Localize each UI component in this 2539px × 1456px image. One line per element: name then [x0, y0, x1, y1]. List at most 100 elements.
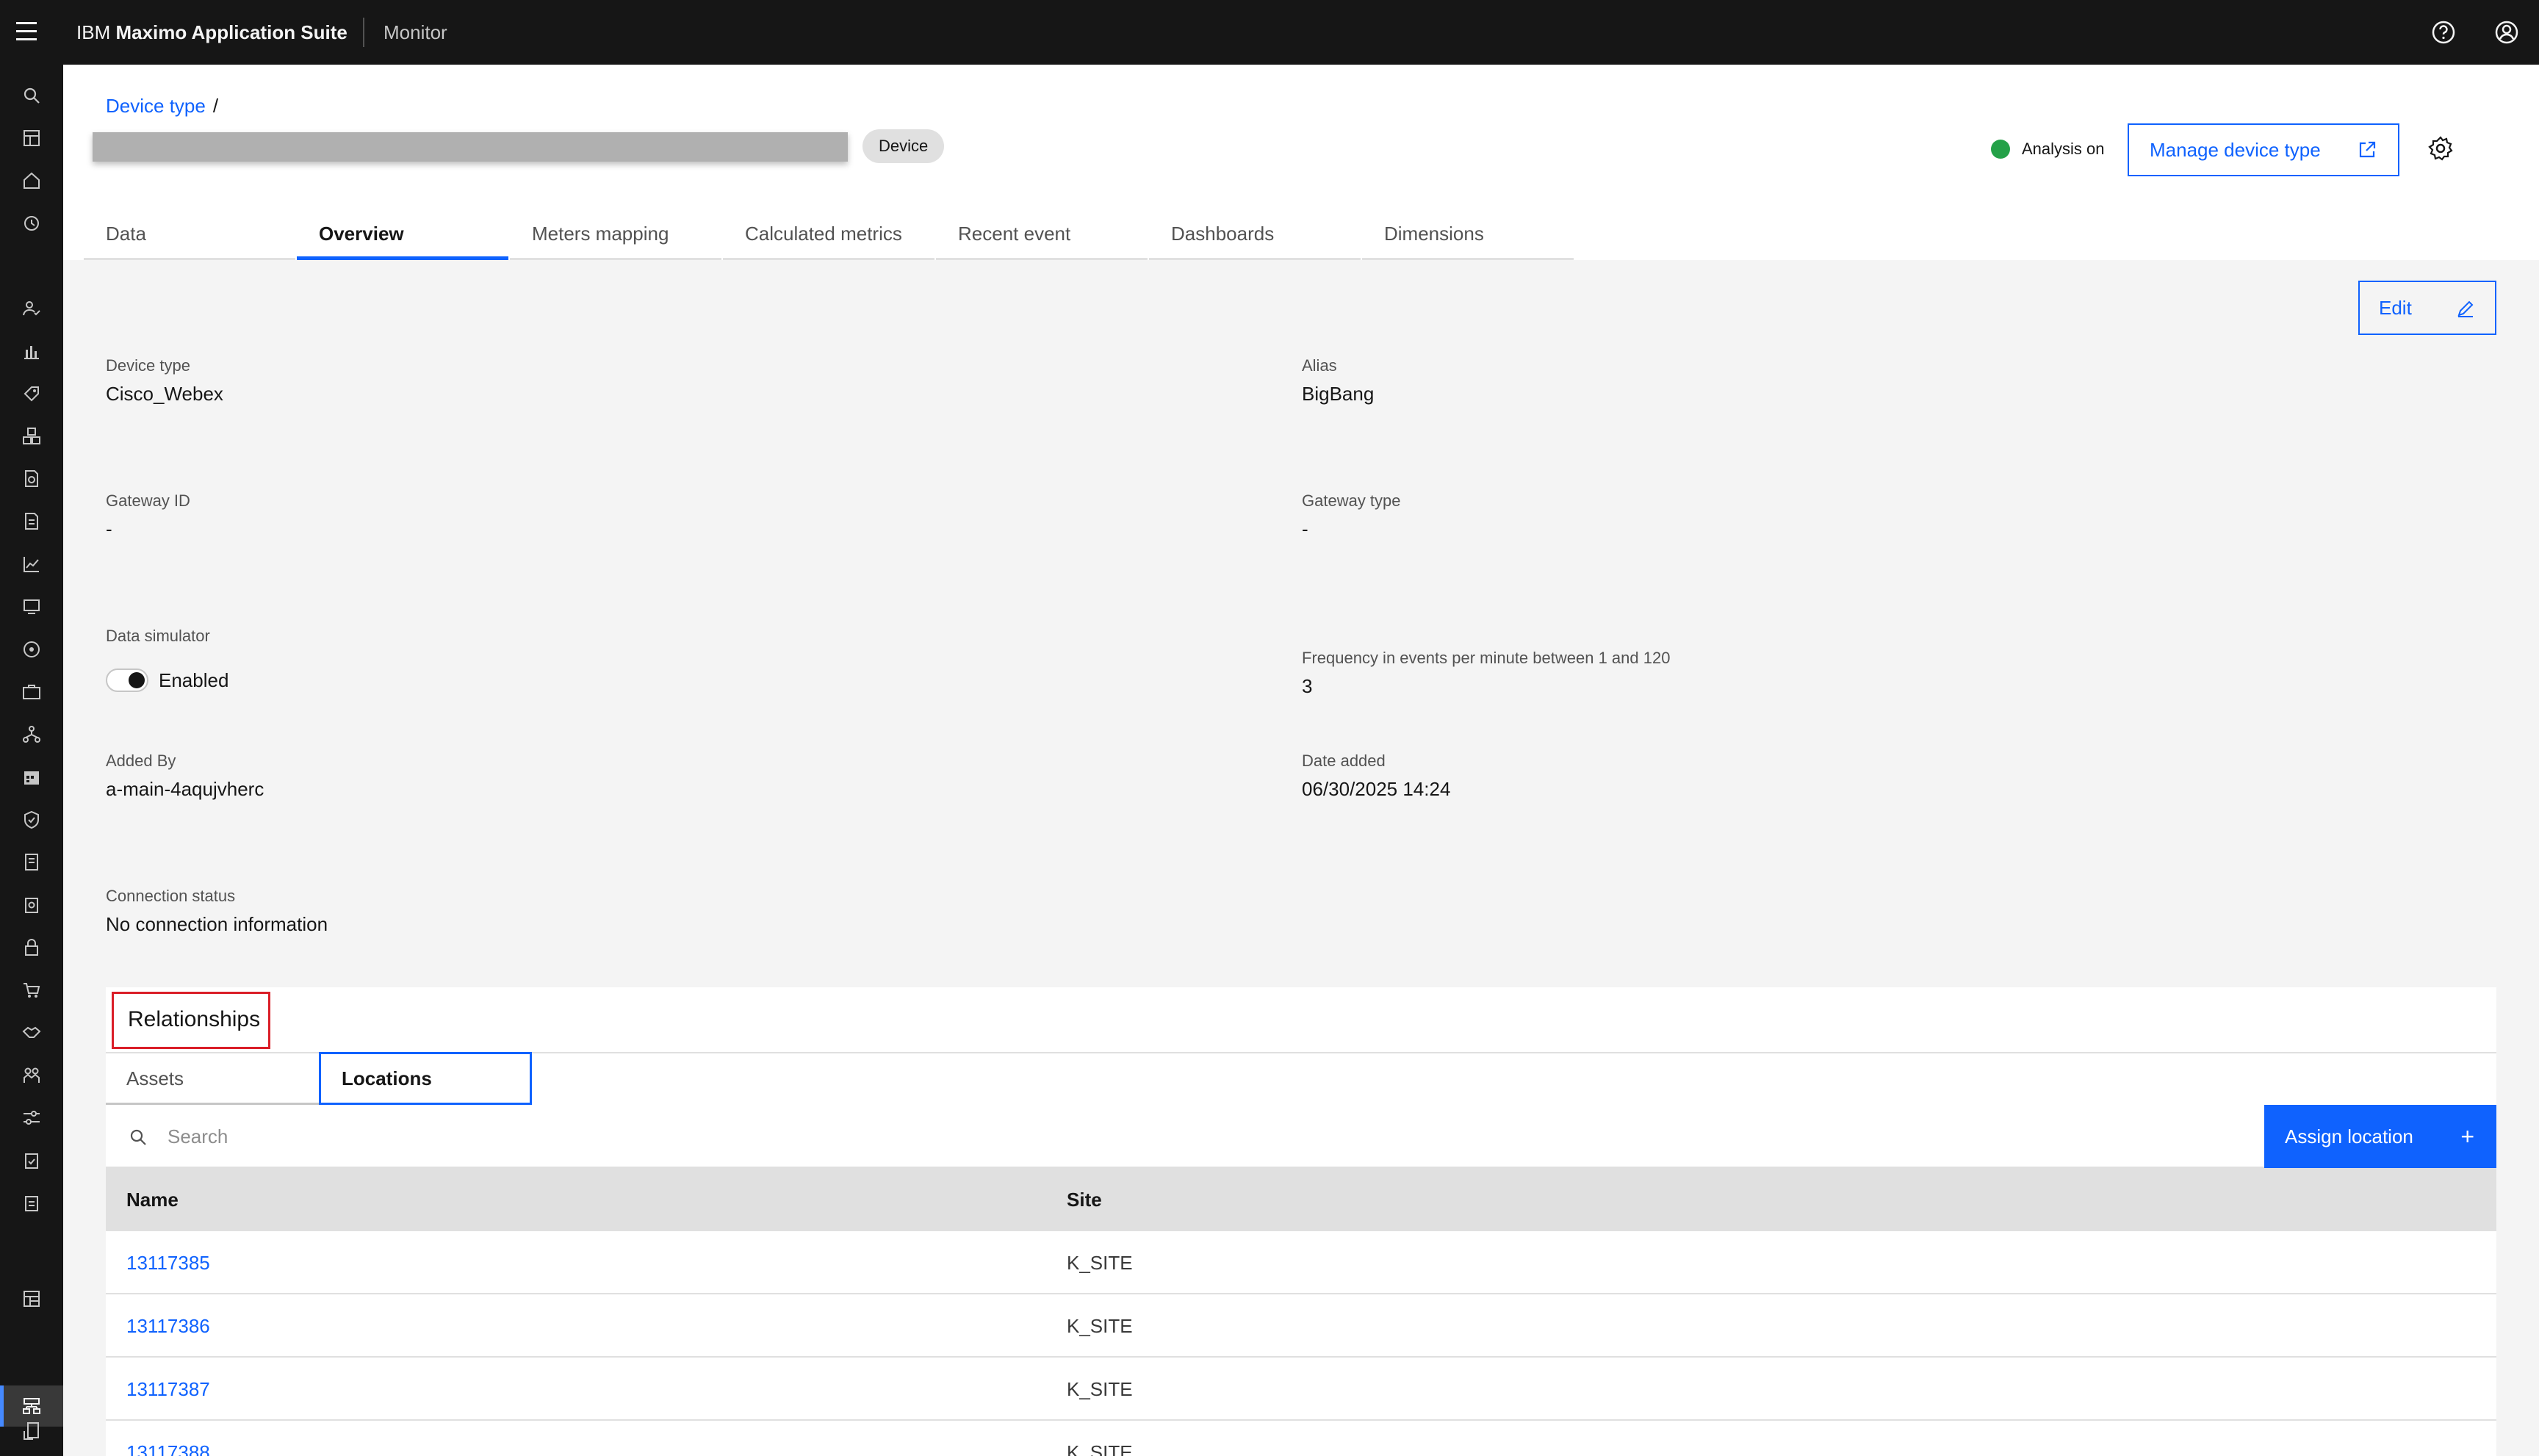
analysis-status: Analysis on [2022, 140, 2105, 158]
device-name-redacted [93, 132, 848, 162]
header-divider [363, 18, 364, 47]
breadcrumb-separator: / [212, 95, 219, 117]
location-name-link[interactable]: 13117387 [126, 1358, 210, 1421]
connection-status-value: No connection information [106, 913, 328, 935]
connection-status-label: Connection status [106, 887, 236, 905]
gateway-type-value: - [1302, 518, 1308, 540]
history-icon[interactable] [21, 213, 42, 234]
frequency-value: 3 [1302, 675, 1313, 697]
gateway-id-value: - [106, 518, 112, 540]
status-dot [1991, 140, 2010, 159]
plus-icon: + [2460, 1123, 2474, 1150]
tab-dashboards[interactable]: Dashboards [1149, 215, 1361, 260]
assign-location-button[interactable]: Assign location + [2264, 1105, 2496, 1168]
monitor-icon[interactable] [21, 597, 42, 617]
date-added-label: Date added [1302, 752, 1386, 770]
tab-calculated-metrics[interactable]: Calculated metrics [723, 215, 934, 260]
search-input[interactable] [168, 1106, 2225, 1167]
report-icon[interactable] [21, 852, 42, 873]
table-header: Name Site [106, 1168, 2496, 1231]
grid-dashboard-icon[interactable] [21, 1289, 42, 1309]
group-icon[interactable] [21, 1065, 42, 1086]
shield-icon[interactable] [21, 810, 42, 830]
document-settings-icon[interactable] [21, 511, 42, 532]
gateway-id-label: Gateway ID [106, 491, 190, 510]
network-icon[interactable] [21, 639, 42, 660]
home-icon[interactable] [21, 170, 42, 191]
pencil-icon [2457, 300, 2474, 317]
tag-icon[interactable] [21, 383, 42, 404]
handshake-icon[interactable] [21, 1023, 42, 1043]
column-header-site[interactable]: Site [1067, 1168, 1102, 1231]
alias-label: Alias [1302, 356, 1337, 375]
dashboard-icon[interactable] [21, 128, 42, 148]
table-row: 13117388 K_SITE [106, 1421, 2496, 1456]
location-name-link[interactable]: 13117386 [126, 1294, 210, 1358]
location-name-link[interactable]: 13117388 [126, 1421, 210, 1456]
edit-button[interactable]: Edit [2358, 281, 2496, 335]
tab-locations[interactable]: Locations [319, 1052, 532, 1105]
device-type-label: Device type [106, 356, 190, 375]
top-header: IBM Maximo Application Suite Monitor [0, 0, 2539, 65]
app-name: Monitor [383, 21, 447, 43]
sidebar-footer-icon[interactable] [21, 1421, 42, 1441]
device-tag: Device [862, 129, 945, 163]
breadcrumb: Device type / [106, 94, 218, 118]
lock-icon[interactable] [21, 937, 42, 958]
tab-meters-mapping[interactable]: Meters mapping [510, 215, 721, 260]
tab-data[interactable]: Data [84, 215, 295, 260]
cubes-icon[interactable] [21, 426, 42, 447]
manage-device-type-button[interactable]: Manage device type [2128, 123, 2399, 176]
date-added-value: 06/30/2025 14:24 [1302, 778, 1451, 800]
location-name-link[interactable]: 13117385 [126, 1231, 210, 1294]
launch-icon [2359, 141, 2376, 158]
hierarchy-icon[interactable] [21, 724, 42, 745]
tab-dimensions[interactable]: Dimensions [1362, 215, 1574, 260]
edit-label: Edit [2379, 297, 2412, 319]
gateway-type-label: Gateway type [1302, 491, 1401, 510]
search-icon [130, 1129, 146, 1145]
added-by-value: a-main-4aqujvherc [106, 778, 264, 800]
briefcase-icon[interactable] [21, 682, 42, 702]
gear-icon[interactable] [2427, 135, 2454, 162]
tab-assets[interactable]: Assets [106, 1052, 319, 1105]
table-row: 13117386 K_SITE [106, 1294, 2496, 1358]
clipboard-list-icon[interactable] [21, 1193, 42, 1214]
location-site: K_SITE [1067, 1252, 1133, 1274]
table-row: 13117387 K_SITE [106, 1358, 2496, 1421]
clipboard-search-icon[interactable] [21, 895, 42, 915]
page-header: Device type / Device Analysis on Manage d… [63, 65, 2539, 260]
calendar-icon[interactable] [21, 767, 42, 788]
column-header-name[interactable]: Name [126, 1168, 179, 1231]
location-site: K_SITE [1067, 1441, 1133, 1456]
added-by-label: Added By [106, 752, 176, 770]
tab-recent-event[interactable]: Recent event [936, 215, 1148, 260]
toggle-knob [129, 672, 145, 688]
location-site: K_SITE [1067, 1378, 1133, 1400]
side-rail [0, 65, 63, 1456]
menu-icon[interactable] [16, 22, 43, 43]
alias-value: BigBang [1302, 383, 1375, 405]
clipboard-check-icon[interactable] [21, 1150, 42, 1171]
search-bar [106, 1106, 2264, 1168]
device-type-icon[interactable] [21, 1396, 42, 1416]
line-chart-icon[interactable] [21, 554, 42, 574]
breadcrumb-device-type[interactable]: Device type [106, 95, 206, 117]
user-activity-icon[interactable] [21, 298, 42, 319]
brand-title[interactable]: IBM Maximo Application Suite [76, 21, 347, 44]
location-site: K_SITE [1067, 1315, 1133, 1337]
data-simulator-state: Enabled [159, 669, 229, 691]
sliders-icon[interactable] [21, 1108, 42, 1128]
data-simulator-label: Data simulator [106, 627, 210, 645]
user-avatar-icon[interactable] [2493, 19, 2520, 46]
table-row: 13117385 K_SITE [106, 1231, 2496, 1294]
document-search-icon[interactable] [21, 469, 42, 489]
tab-overview[interactable]: Overview [297, 215, 508, 260]
bar-chart-icon[interactable] [21, 341, 42, 361]
assign-location-label: Assign location [2285, 1125, 2413, 1147]
data-simulator-toggle[interactable] [106, 668, 148, 692]
shopping-cart-icon[interactable] [21, 980, 42, 1001]
relationships-title: Relationships [128, 1007, 261, 1031]
search-icon[interactable] [21, 85, 42, 106]
help-icon[interactable] [2430, 19, 2457, 46]
